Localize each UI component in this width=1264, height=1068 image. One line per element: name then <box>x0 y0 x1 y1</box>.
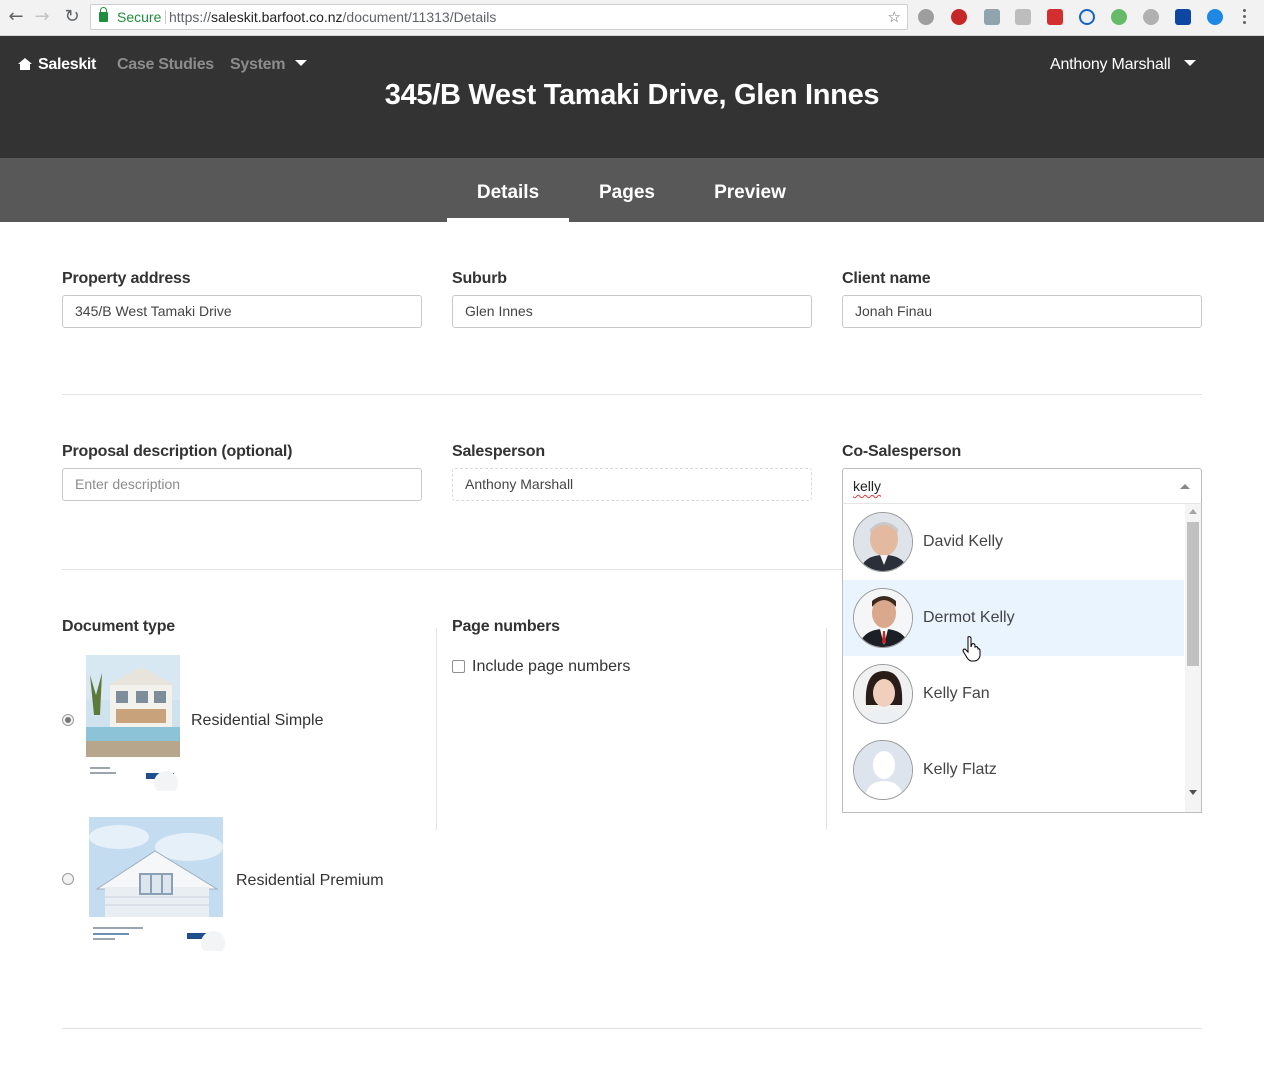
red-extension-icon[interactable] <box>1047 9 1063 25</box>
brand-link[interactable]: Saleskit <box>18 56 96 74</box>
section-divider <box>62 1028 1202 1029</box>
scroll-down-arrow-icon[interactable] <box>1189 790 1197 795</box>
residential-simple-label[interactable]: Residential Simple <box>191 712 324 730</box>
suburb-label: Suburb <box>452 270 507 287</box>
recycle-extension-icon[interactable] <box>918 9 934 25</box>
tab-pages[interactable]: Pages <box>584 158 670 222</box>
grid-extension-icon[interactable] <box>1015 9 1031 25</box>
avatar <box>853 512 913 572</box>
chevron-down-icon <box>1184 60 1197 66</box>
co-salesperson-dropdown: David Kelly Dermot Kelly Kelly Fan Kelly… <box>842 503 1202 813</box>
co-salesperson-option-kelly-fan[interactable]: Kelly Fan <box>843 656 1184 732</box>
address-divider <box>165 10 166 24</box>
proposal-description-input[interactable]: Enter description <box>62 468 422 501</box>
extension-on-icon[interactable] <box>984 9 1000 25</box>
app-header: Saleskit Case Studies System Anthony Mar… <box>0 36 1264 158</box>
browser-menu-icon[interactable] <box>1243 8 1247 26</box>
property-address-input[interactable]: 345/B West Tamaki Drive <box>62 295 422 328</box>
forward-arrow-icon[interactable]: → <box>32 7 52 27</box>
option-name: Kelly Fan <box>923 685 990 702</box>
adblock-extension-icon[interactable] <box>951 9 967 25</box>
grey-extension-icon[interactable] <box>1143 9 1159 25</box>
scroll-up-arrow-icon[interactable] <box>1189 509 1197 514</box>
include-page-numbers-label[interactable]: Include page numbers <box>472 658 630 676</box>
property-address-label: Property address <box>62 270 191 287</box>
dropdown-scrollbar[interactable] <box>1185 504 1201 812</box>
residential-premium-radio[interactable] <box>62 873 74 885</box>
nav-case-studies[interactable]: Case Studies <box>117 56 214 74</box>
green-extension-icon[interactable] <box>1111 9 1127 25</box>
lock-icon <box>99 7 108 22</box>
silhouette-icon <box>854 741 912 799</box>
tab-bar: Details Pages Preview <box>0 158 1264 222</box>
hand-pointer-icon <box>962 636 981 662</box>
bookmark-star-icon[interactable]: ☆ <box>888 5 901 29</box>
co-salesperson-option-david-kelly[interactable]: David Kelly <box>843 504 1184 580</box>
residential-simple-thumbnail[interactable] <box>86 655 182 791</box>
scrollbar-thumb[interactable] <box>1187 522 1199 666</box>
avatar <box>853 664 913 724</box>
browser-toolbar: ← → ↻ Secure https://saleskit.barfoot.co… <box>0 0 1264 36</box>
url-text: https://saleskit.barfoot.co.nz/document/… <box>169 9 497 25</box>
avatar <box>853 588 913 648</box>
client-name-input[interactable]: Jonah Finau <box>842 295 1202 328</box>
column-divider <box>436 628 437 830</box>
reload-icon[interactable]: ↻ <box>62 7 82 27</box>
chevron-down-icon <box>295 60 308 66</box>
residential-simple-radio[interactable] <box>62 714 74 726</box>
include-page-numbers-checkbox[interactable] <box>452 660 465 673</box>
avatar <box>853 740 913 800</box>
page-numbers-label: Page numbers <box>452 618 560 635</box>
proposal-description-label: Proposal description (optional) <box>62 443 293 460</box>
house-photo-icon <box>89 817 225 951</box>
residential-premium-thumbnail[interactable] <box>89 817 227 951</box>
nav-system[interactable]: System <box>230 56 308 74</box>
address-bar[interactable]: Secure https://saleskit.barfoot.co.nz/do… <box>90 4 908 30</box>
tab-details[interactable]: Details <box>447 158 569 222</box>
co-salesperson-option-dermot-kelly[interactable]: Dermot Kelly <box>843 580 1184 656</box>
back-arrow-icon[interactable]: ← <box>6 7 26 27</box>
salesperson-label: Salesperson <box>452 443 545 460</box>
option-name: David Kelly <box>923 533 1004 550</box>
column-divider <box>826 628 827 830</box>
section-divider <box>62 394 1202 395</box>
residential-premium-label[interactable]: Residential Premium <box>236 872 384 890</box>
option-name: Kelly Flatz <box>923 761 997 778</box>
house-photo-icon <box>86 655 180 791</box>
suburb-input[interactable]: Glen Innes <box>452 295 812 328</box>
blue-extension-icon[interactable] <box>1207 9 1223 25</box>
salesperson-field: Anthony Marshall <box>452 468 812 501</box>
secure-label: Secure <box>117 9 162 25</box>
wave-extension-icon[interactable] <box>1079 9 1095 25</box>
home-icon <box>18 58 32 70</box>
tab-preview[interactable]: Preview <box>700 158 800 222</box>
li-extension-icon[interactable] <box>1175 9 1191 25</box>
chevron-up-icon[interactable] <box>1180 484 1190 489</box>
page-title: 345/B West Tamaki Drive, Glen Innes <box>384 79 880 111</box>
document-type-label: Document type <box>62 618 175 635</box>
co-salesperson-label: Co-Salesperson <box>842 443 962 460</box>
co-salesperson-search-input[interactable]: kelly <box>842 468 1202 504</box>
client-name-label: Client name <box>842 270 931 287</box>
co-salesperson-option-kelly-flatz[interactable]: Kelly Flatz <box>843 732 1184 808</box>
user-menu[interactable]: Anthony Marshall <box>1050 56 1197 74</box>
